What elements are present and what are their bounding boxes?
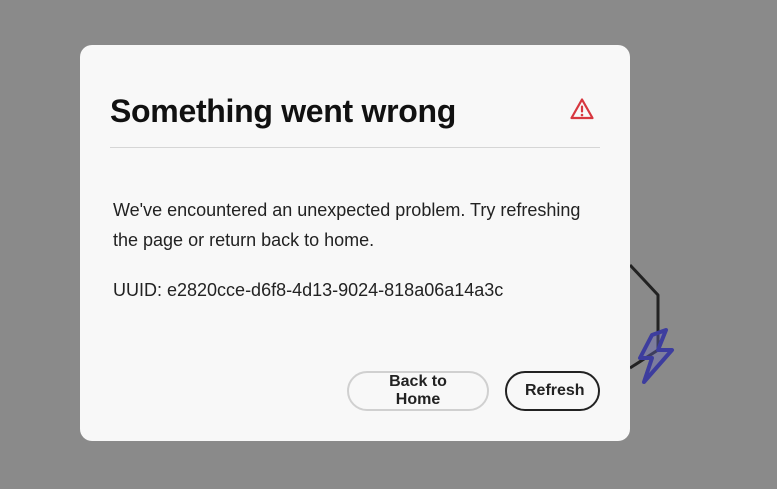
dialog-body: We've encountered an unexpected problem.… [113, 195, 603, 305]
dialog-footer: Back to Home Refresh [347, 371, 600, 411]
error-dialog: Something went wrong We've encountered a… [80, 45, 630, 441]
refresh-button[interactable]: Refresh [505, 371, 600, 411]
alert-triangle-icon [570, 98, 594, 120]
dialog-title: Something went wrong [110, 93, 456, 129]
back-to-home-button[interactable]: Back to Home [347, 371, 489, 411]
error-uuid: UUID: e2820cce-d6f8-4d13-9024-818a06a14a… [113, 280, 504, 300]
dialog-header: Something went wrong [110, 87, 600, 148]
error-message: We've encountered an unexpected problem.… [113, 200, 581, 250]
